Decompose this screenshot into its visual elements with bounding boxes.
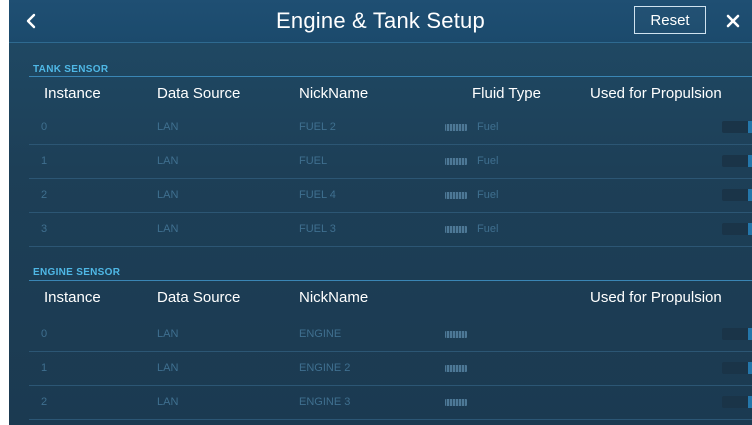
instance-cell: 2 — [41, 189, 48, 201]
instance-cell: 3 — [41, 223, 48, 235]
tank-sensor-section-label: TANK SENSOR — [33, 64, 109, 75]
column-header-instance: Instance — [44, 289, 101, 306]
keyboard-icon[interactable] — [445, 331, 467, 338]
close-icon — [726, 14, 740, 28]
column-header-propulsion: Used for Propulsion — [590, 289, 722, 306]
table-row[interactable]: 1 LAN ENGINE 2 ON — [29, 352, 752, 386]
column-header-nickname: NickName — [299, 289, 369, 306]
toggle-off-segment — [722, 396, 748, 408]
instance-cell: 2 — [41, 396, 48, 408]
column-header-fluid-type: Fluid Type — [472, 85, 541, 102]
column-header-data-source: Data Source — [157, 85, 241, 102]
toggle-off-segment — [722, 189, 748, 201]
toggle-off-segment — [722, 223, 748, 235]
table-row[interactable]: 1 LAN FUEL Fuel ON — [29, 145, 752, 179]
column-header-nickname: NickName — [299, 85, 369, 102]
column-header-instance: Instance — [44, 85, 101, 102]
keyboard-icon[interactable] — [445, 158, 467, 165]
table-row[interactable]: 3 LAN FUEL 3 Fuel ON — [29, 213, 752, 247]
table-row[interactable]: 2 LAN ENGINE 3 ON — [29, 386, 752, 420]
column-header-propulsion: Used for Propulsion — [590, 85, 722, 102]
nickname-cell: FUEL — [299, 155, 328, 167]
reset-button[interactable]: Reset — [634, 6, 706, 34]
nickname-cell: FUEL 2 — [299, 121, 336, 133]
nickname-cell: FUEL 3 — [299, 223, 336, 235]
fluid-type-cell[interactable]: Fuel — [477, 223, 498, 235]
data-source-cell: LAN — [157, 328, 179, 340]
column-header-data-source: Data Source — [157, 289, 241, 306]
nickname-cell: ENGINE — [299, 328, 342, 340]
propulsion-toggle[interactable]: ON — [722, 189, 752, 201]
propulsion-toggle[interactable]: ON — [722, 155, 752, 167]
toggle-off-segment — [722, 362, 748, 374]
instance-cell: 0 — [41, 121, 48, 133]
engine-sensor-section-label: ENGINE SENSOR — [33, 267, 121, 278]
fluid-type-cell[interactable]: Fuel — [477, 155, 498, 167]
nickname-cell: ENGINE 3 — [299, 396, 351, 408]
propulsion-toggle[interactable]: ON — [722, 362, 752, 374]
table-row[interactable]: 0 LAN ENGINE ON — [29, 318, 752, 352]
toggle-off-segment — [722, 155, 748, 167]
toggle-on-label: ON — [748, 396, 752, 408]
close-button[interactable] — [721, 9, 745, 33]
keyboard-icon[interactable] — [445, 399, 467, 406]
keyboard-icon[interactable] — [445, 124, 467, 131]
instance-cell: 1 — [41, 362, 48, 374]
data-source-cell: LAN — [157, 396, 179, 408]
table-row[interactable]: 0 LAN FUEL 2 Fuel ON — [29, 111, 752, 145]
propulsion-toggle[interactable]: ON — [722, 396, 752, 408]
data-source-cell: LAN — [157, 121, 179, 133]
nickname-cell: ENGINE 2 — [299, 362, 351, 374]
instance-cell: 1 — [41, 155, 48, 167]
engine-tank-setup-screen: Engine & Tank Setup Reset TANK SENSOR In… — [9, 0, 752, 425]
data-source-cell: LAN — [157, 189, 179, 201]
toggle-on-label: ON — [748, 223, 752, 235]
toggle-off-segment — [722, 121, 748, 133]
data-source-cell: LAN — [157, 223, 179, 235]
toggle-on-label: ON — [748, 121, 752, 133]
table-row[interactable]: 2 LAN FUEL 4 Fuel ON — [29, 179, 752, 213]
toggle-on-label: ON — [748, 189, 752, 201]
nickname-cell: FUEL 4 — [299, 189, 336, 201]
title-bar: Engine & Tank Setup Reset — [9, 0, 752, 43]
tank-table-header: Instance Data Source NickName Fluid Type… — [29, 77, 752, 111]
propulsion-toggle[interactable]: ON — [722, 121, 752, 133]
fluid-type-cell[interactable]: Fuel — [477, 189, 498, 201]
toggle-on-label: ON — [748, 362, 752, 374]
keyboard-icon[interactable] — [445, 226, 467, 233]
propulsion-toggle[interactable]: ON — [722, 223, 752, 235]
data-source-cell: LAN — [157, 362, 179, 374]
instance-cell: 0 — [41, 328, 48, 340]
engine-table-header: Instance Data Source NickName Used for P… — [29, 281, 752, 315]
keyboard-icon[interactable] — [445, 192, 467, 199]
toggle-off-segment — [722, 328, 748, 340]
keyboard-icon[interactable] — [445, 365, 467, 372]
data-source-cell: LAN — [157, 155, 179, 167]
toggle-on-label: ON — [748, 155, 752, 167]
propulsion-toggle[interactable]: ON — [722, 328, 752, 340]
fluid-type-cell[interactable]: Fuel — [477, 121, 498, 133]
toggle-on-label: ON — [748, 328, 752, 340]
